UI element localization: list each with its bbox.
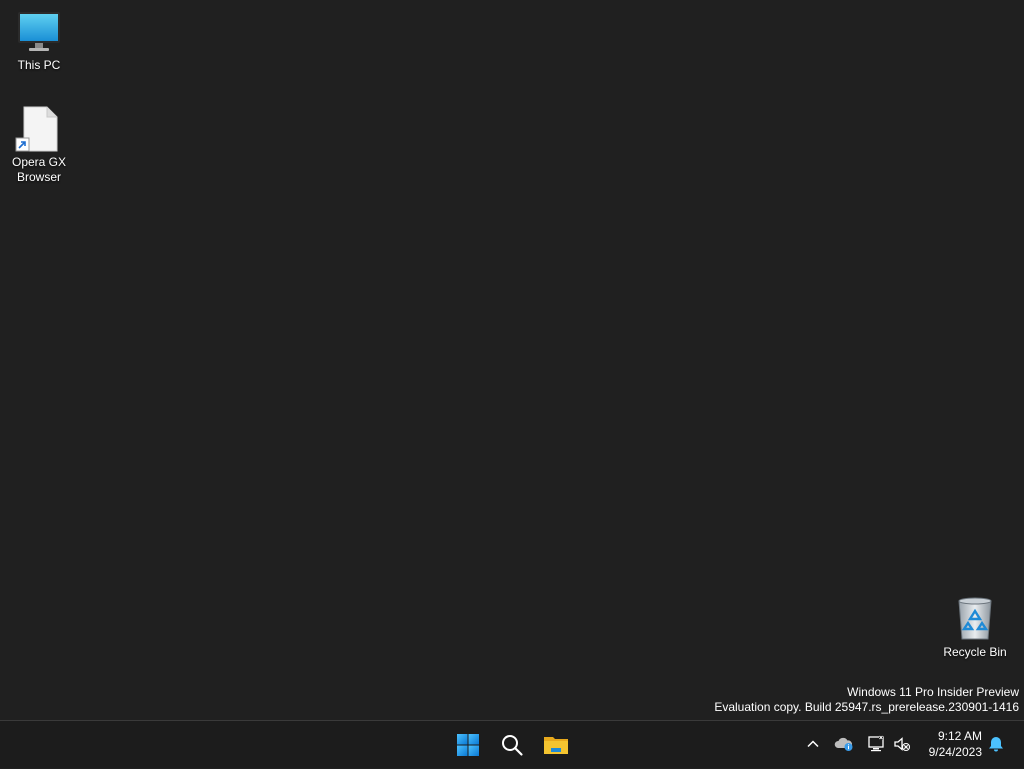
clock-time: 9:12 AM — [937, 729, 982, 743]
monitor-icon — [15, 8, 63, 56]
clock-date: 9/24/2023 — [928, 745, 982, 759]
network-tray-button[interactable] — [865, 733, 887, 755]
taskbar-clock[interactable]: 9:12 AM 9/24/2023 — [918, 728, 982, 760]
volume-muted-icon — [894, 737, 911, 752]
search-button[interactable] — [492, 725, 532, 765]
desktop-icon-recycle-bin[interactable]: Recycle Bin — [937, 595, 1013, 660]
desktop-icon-opera-gx-browser[interactable]: Opera GX Browser — [1, 105, 77, 185]
show-desktop-button[interactable] — [1020, 721, 1024, 769]
blank-file-shortcut-icon — [15, 105, 63, 153]
bell-icon — [989, 737, 1003, 752]
start-button[interactable] — [448, 725, 488, 765]
desktop-icon-label: Recycle Bin — [943, 645, 1007, 659]
watermark-line-edition: Windows 11 Pro Insider Preview — [847, 685, 1019, 699]
watermark-line-build: Evaluation copy. Build 25947.rs_prerelea… — [714, 700, 1019, 714]
network-disconnected-icon — [868, 735, 884, 752]
recycle-bin-icon — [951, 595, 999, 643]
desktop-icon-label: This PC — [17, 58, 61, 72]
chevron-up-icon — [807, 740, 819, 748]
desktop[interactable]: This PC Opera GX Browser Recycle Bin Win… — [0, 0, 1024, 720]
desktop-icon-this-pc[interactable]: This PC — [1, 8, 77, 73]
notification-center-button[interactable] — [985, 733, 1007, 755]
windows-logo-icon — [457, 734, 479, 756]
windows-evaluation-watermark: Windows 11 Pro Insider Preview Evaluatio… — [714, 685, 1019, 715]
desktop-icon-label: Opera GX Browser — [11, 155, 67, 184]
onedrive-cloud-icon — [834, 737, 853, 751]
search-icon — [502, 735, 523, 756]
file-explorer-button[interactable] — [536, 725, 576, 765]
volume-tray-button[interactable] — [891, 733, 913, 755]
show-hidden-icons-button[interactable] — [802, 733, 824, 755]
folder-icon — [544, 737, 568, 754]
taskbar: 9:12 AM 9/24/2023 — [0, 720, 1024, 768]
onedrive-tray-button[interactable] — [833, 733, 855, 755]
